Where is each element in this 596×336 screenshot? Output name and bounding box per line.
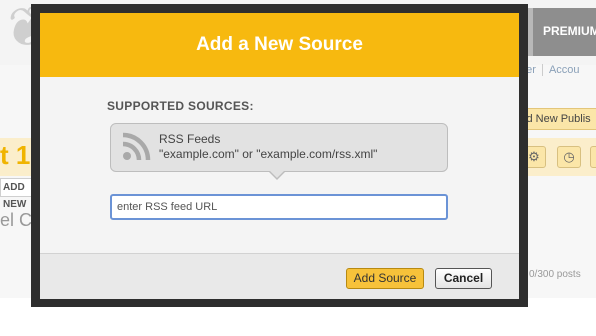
background-icon-button-partial (590, 146, 596, 168)
background-link-account: Accou (541, 64, 580, 76)
modal-title: Add a New Source (40, 13, 519, 77)
page: ❦ S PREMIUM nterAccou Add New Publis t 1… (0, 0, 596, 336)
add-source-modal: Add a New Source SUPPORTED SOURCES: RSS … (31, 4, 528, 307)
cancel-button[interactable]: Cancel (435, 268, 492, 289)
background-nav-premium: PREMIUM (543, 24, 596, 38)
modal-footer: Add Source Cancel (40, 253, 519, 299)
source-title: RSS Feeds (159, 132, 221, 146)
supported-sources-label: SUPPORTED SOURCES: (107, 99, 254, 113)
background-posts-count-text: 0/300 posts (529, 269, 581, 280)
source-example: "example.com" or "example.com/rss.xml" (159, 147, 378, 161)
rss-icon (122, 132, 151, 161)
rss-url-input[interactable] (110, 194, 448, 220)
clock-icon: ◷ (557, 146, 581, 168)
add-source-button[interactable]: Add Source (346, 268, 424, 289)
source-card-rss: RSS Feeds "example.com" or "example.com/… (110, 123, 448, 180)
modal-body: SUPPORTED SOURCES: RSS Feeds "example.co… (40, 77, 519, 253)
background-counter: t 1 (0, 140, 31, 170)
source-card-pointer-fill (269, 170, 285, 178)
